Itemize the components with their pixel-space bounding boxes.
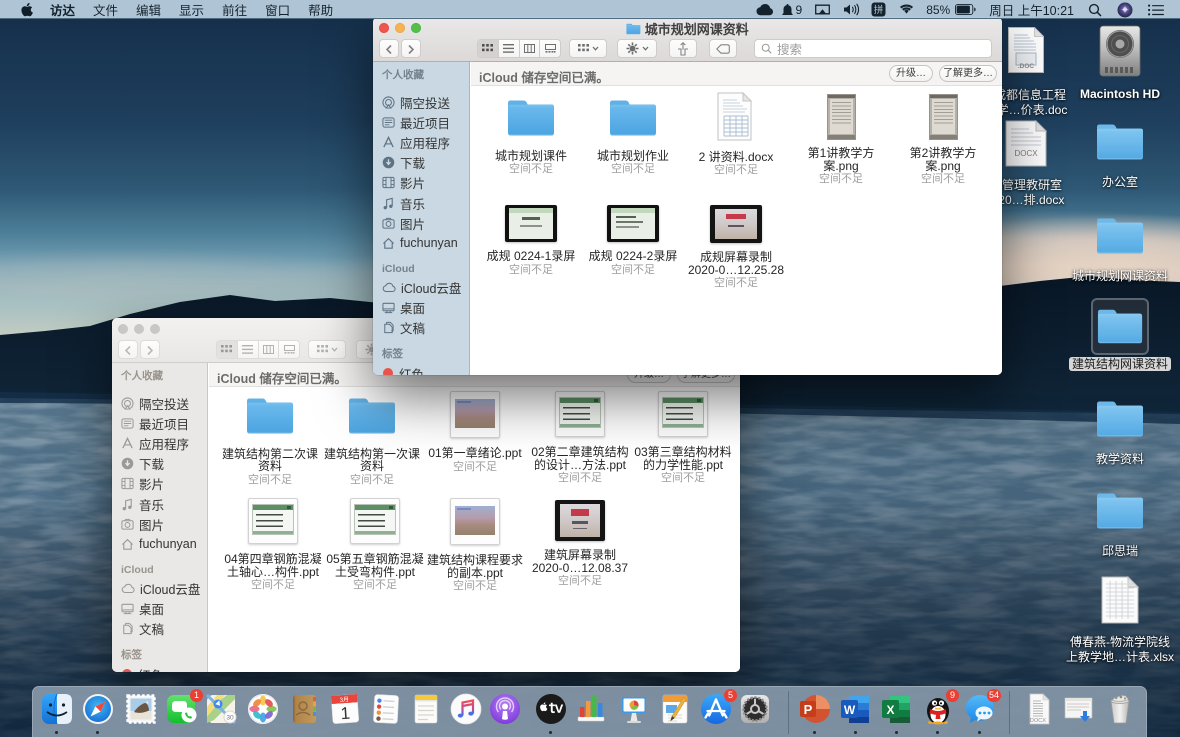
- svg-text:DOCX: DOCX: [1014, 149, 1038, 158]
- svg-text:拼: 拼: [874, 4, 884, 16]
- svg-text:X: X: [886, 703, 894, 717]
- svg-text:DOCX: DOCX: [1030, 718, 1046, 724]
- svg-text:3月: 3月: [339, 696, 349, 704]
- svg-text:30: 30: [226, 715, 234, 722]
- svg-text:1: 1: [340, 704, 351, 724]
- svg-text:.DOC: .DOC: [1018, 63, 1035, 70]
- svg-text:W: W: [844, 703, 856, 717]
- svg-text:P: P: [804, 702, 813, 717]
